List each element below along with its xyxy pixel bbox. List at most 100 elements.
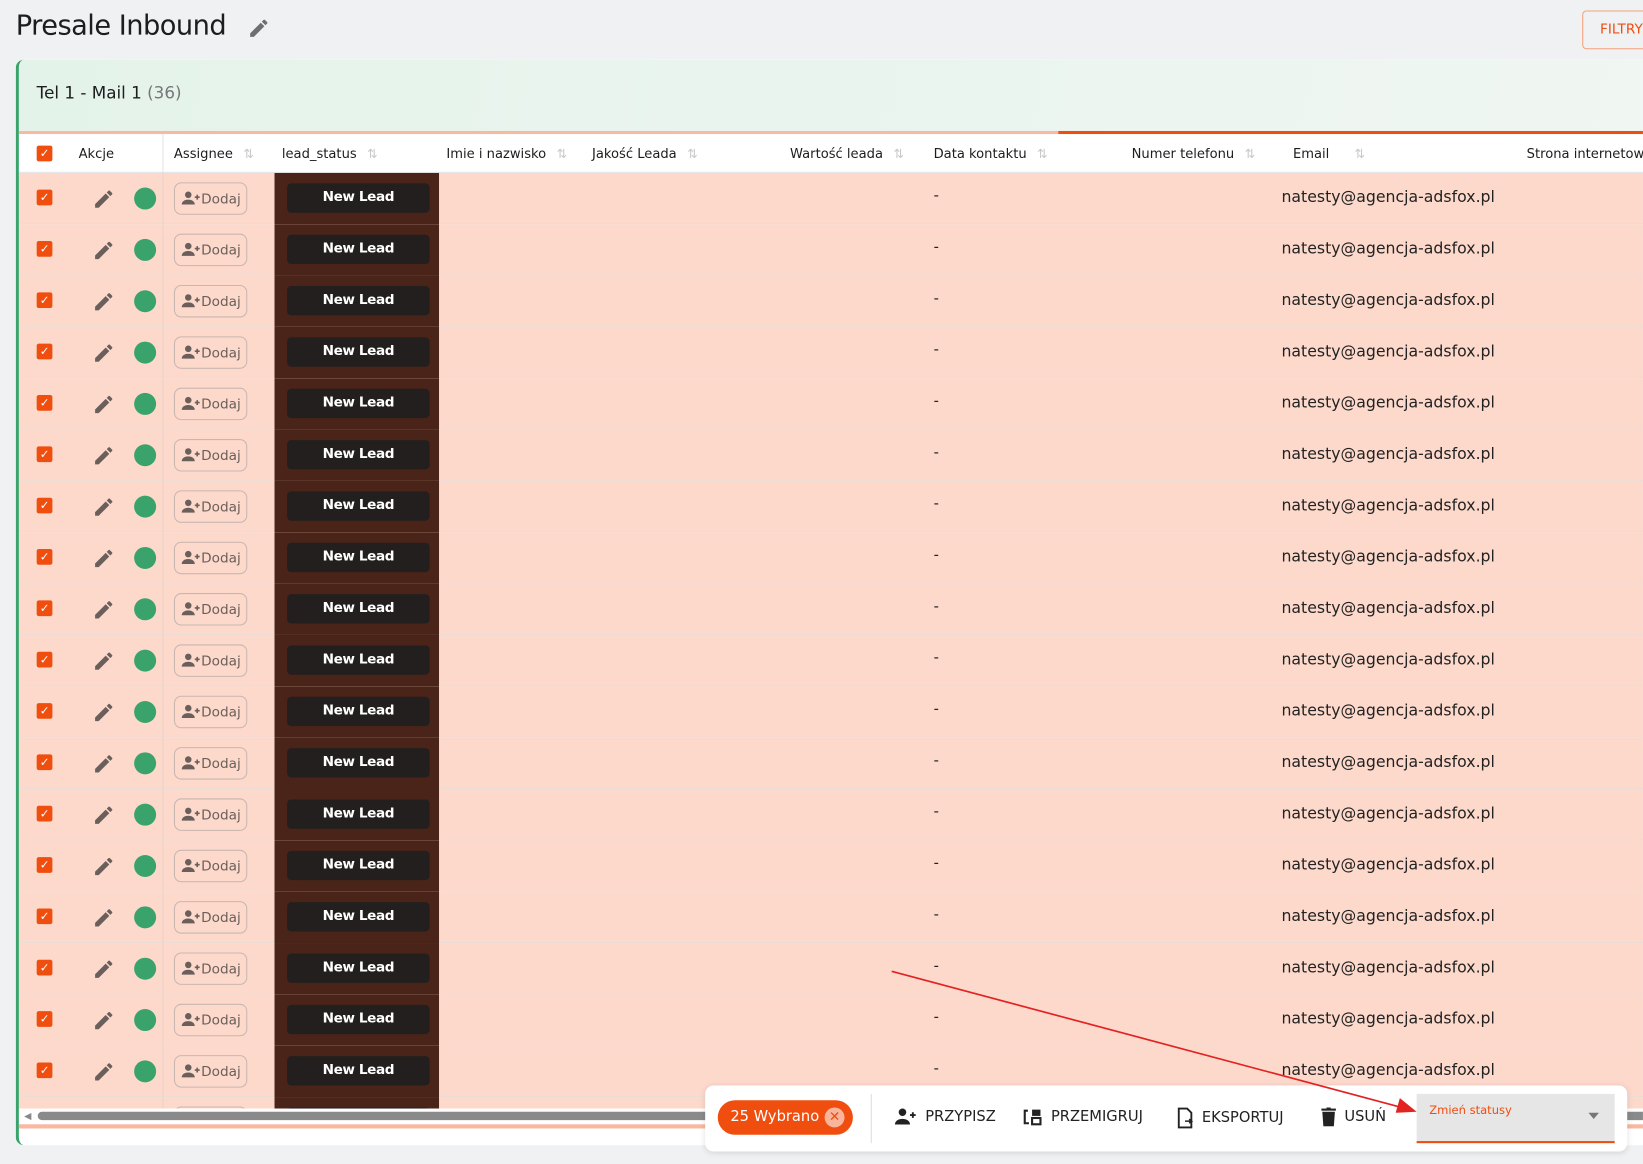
table-row[interactable]: ✓ Dodaj New Lead - natesty@agencja-adsfox.pl	[18, 583, 1643, 635]
table-row[interactable]: ✓ Dodaj New Lead - natesty@agencja-adsfox.pl	[18, 840, 1643, 892]
edit-row-icon[interactable]	[92, 1009, 115, 1032]
sort-icon[interactable]: ⇅	[1245, 147, 1256, 162]
edit-row-icon[interactable]	[92, 290, 115, 313]
lead-status-cell[interactable]: New Lead	[274, 686, 440, 738]
lead-status-badge[interactable]: New Lead	[287, 286, 430, 316]
row-checkbox[interactable]: ✓	[36, 189, 53, 206]
edit-row-icon[interactable]	[92, 701, 115, 724]
header-name[interactable]: Imie i nazwisko ⇅	[446, 146, 567, 162]
row-checkbox[interactable]: ✓	[36, 754, 53, 771]
lead-status-badge[interactable]: New Lead	[287, 337, 430, 367]
row-checkbox[interactable]: ✓	[36, 292, 53, 309]
lead-status-cell[interactable]: New Lead	[274, 326, 440, 379]
export-button[interactable]: EKSPORTUJ	[1177, 1107, 1284, 1129]
row-checkbox[interactable]: ✓	[36, 446, 53, 463]
lead-status-badge[interactable]: New Lead	[287, 1056, 430, 1086]
add-assignee-button[interactable]: Dodaj	[173, 541, 248, 575]
add-assignee-button[interactable]: Dodaj	[173, 1003, 248, 1037]
lead-status-badge[interactable]: New Lead	[287, 594, 430, 624]
lead-status-badge[interactable]: New Lead	[287, 1004, 430, 1035]
row-checkbox[interactable]: ✓	[36, 240, 53, 257]
delete-button[interactable]: USUŃ	[1321, 1107, 1386, 1127]
scroll-left-arrow-icon[interactable]: ◀	[24, 1112, 31, 1122]
lead-status-badge[interactable]: New Lead	[287, 748, 430, 778]
filters-button[interactable]: FILTRY	[1582, 10, 1643, 50]
lead-status-cell[interactable]: New Lead	[274, 583, 440, 635]
add-assignee-button[interactable]: Dodaj	[173, 336, 248, 369]
lead-status-badge[interactable]: New Lead	[287, 491, 430, 521]
edit-row-icon[interactable]	[92, 906, 115, 929]
lead-status-cell[interactable]: New Lead	[274, 224, 440, 276]
table-row[interactable]: ✓ Dodaj New Lead - natesty@agencja-adsfox.pl	[18, 737, 1643, 789]
add-assignee-button[interactable]: Dodaj	[173, 849, 248, 883]
header-value[interactable]: Wartość leada ⇅	[790, 146, 904, 162]
lead-status-badge[interactable]: New Lead	[287, 696, 430, 727]
table-row[interactable]: ✓ Dodaj New Lead - natesty@agencja-adsfox.pl	[18, 634, 1643, 687]
header-lead-status[interactable]: lead_status ⇅	[282, 146, 378, 162]
lead-status-badge[interactable]: New Lead	[287, 388, 430, 419]
row-checkbox[interactable]: ✓	[36, 703, 53, 719]
change-status-select[interactable]: Zmień statusy	[1416, 1093, 1615, 1144]
add-assignee-button[interactable]: Dodaj	[173, 644, 248, 677]
lead-status-cell[interactable]: New Lead	[274, 634, 440, 687]
lead-status-badge[interactable]: New Lead	[287, 953, 430, 983]
table-row[interactable]: ✓ Dodaj New Lead - natesty@agencja-adsfox.pl	[18, 532, 1643, 584]
edit-row-icon[interactable]	[92, 496, 115, 519]
header-phone[interactable]: Numer telefonu ⇅	[1132, 146, 1256, 162]
lead-status-badge[interactable]: New Lead	[287, 645, 430, 675]
table-row[interactable]: ✓ Dodaj New Lead - natesty@agencja-adsfox.pl	[18, 994, 1643, 1046]
row-checkbox[interactable]: ✓	[36, 549, 53, 565]
row-checkbox[interactable]: ✓	[36, 959, 53, 976]
add-assignee-button[interactable]: Dodaj	[173, 233, 248, 267]
table-row[interactable]: ✓ Dodaj New Lead - natesty@agencja-adsfox.pl	[18, 275, 1643, 327]
lead-status-cell[interactable]: New Lead	[274, 480, 440, 533]
add-assignee-button[interactable]: Dodaj	[173, 490, 248, 523]
lead-status-cell[interactable]: New Lead	[274, 532, 440, 584]
table-row[interactable]: ✓ Dodaj New Lead - natesty@agencja-adsfox.pl	[18, 891, 1643, 944]
table-row[interactable]: ✓ Dodaj New Lead - natesty@agencja-adsfox.pl	[18, 480, 1643, 533]
lead-status-badge[interactable]: New Lead	[287, 234, 430, 265]
add-assignee-button[interactable]: Dodaj	[173, 182, 248, 215]
lead-status-badge[interactable]: New Lead	[287, 902, 430, 932]
row-checkbox[interactable]: ✓	[36, 1062, 53, 1079]
add-assignee-button[interactable]: Dodaj	[173, 593, 248, 626]
header-website[interactable]: Strona internetow	[1527, 146, 1643, 162]
sort-icon[interactable]: ⇅	[893, 147, 904, 162]
table-row[interactable]: ✓ Dodaj New Lead - natesty@agencja-adsfox.pl	[18, 224, 1643, 276]
table-row[interactable]: ✓ Dodaj New Lead - natesty@agencja-adsfox.pl	[18, 686, 1643, 738]
lead-status-cell[interactable]: New Lead	[274, 737, 440, 789]
header-quality[interactable]: Jakość Leada ⇅	[592, 146, 698, 162]
row-checkbox[interactable]: ✓	[36, 908, 53, 925]
edit-row-icon[interactable]	[92, 855, 115, 878]
table-row[interactable]: ✓ Dodaj New Lead - natesty@agencja-adsfox.pl	[18, 326, 1643, 379]
lead-status-cell[interactable]: New Lead	[274, 943, 440, 995]
edit-row-icon[interactable]	[92, 188, 115, 211]
lead-status-cell[interactable]: New Lead	[274, 788, 440, 841]
lead-status-cell[interactable]: New Lead	[274, 429, 440, 481]
row-checkbox[interactable]: ✓	[36, 1011, 53, 1027]
header-assignee[interactable]: Assignee ⇅	[174, 146, 254, 162]
sort-icon[interactable]: ⇅	[687, 147, 698, 162]
sort-icon[interactable]: ⇅	[243, 147, 254, 162]
row-checkbox[interactable]: ✓	[36, 805, 53, 822]
sort-icon[interactable]: ⇅	[557, 147, 568, 162]
lead-status-cell[interactable]	[274, 1097, 440, 1109]
lead-status-cell[interactable]: New Lead	[274, 378, 440, 430]
table-row[interactable]: ✓ Dodaj New Lead - natesty@agencja-adsfox.pl	[18, 429, 1643, 481]
header-email[interactable]: Email ⇅	[1293, 146, 1365, 162]
row-checkbox[interactable]: ✓	[36, 857, 53, 873]
add-assignee-button[interactable]: Dodaj	[173, 695, 248, 729]
row-checkbox[interactable]: ✓	[36, 343, 53, 360]
sort-icon[interactable]: ⇅	[367, 147, 378, 162]
edit-row-icon[interactable]	[92, 393, 115, 416]
lead-status-badge[interactable]: New Lead	[287, 850, 430, 881]
header-contact-date[interactable]: Data kontaktu ⇅	[934, 146, 1048, 162]
migrate-button[interactable]: PRZEMIGRUJ	[1022, 1108, 1143, 1127]
row-checkbox[interactable]: ✓	[36, 395, 53, 411]
lead-status-cell[interactable]: New Lead	[274, 172, 440, 225]
edit-row-icon[interactable]	[92, 598, 115, 621]
lead-status-cell[interactable]: New Lead	[274, 840, 440, 892]
table-row[interactable]: ✓ Dodaj New Lead - natesty@agencja-adsfox.pl	[18, 788, 1643, 841]
add-assignee-button[interactable]: Dodaj	[173, 952, 248, 985]
add-assignee-button[interactable]: Dodaj	[173, 798, 248, 831]
